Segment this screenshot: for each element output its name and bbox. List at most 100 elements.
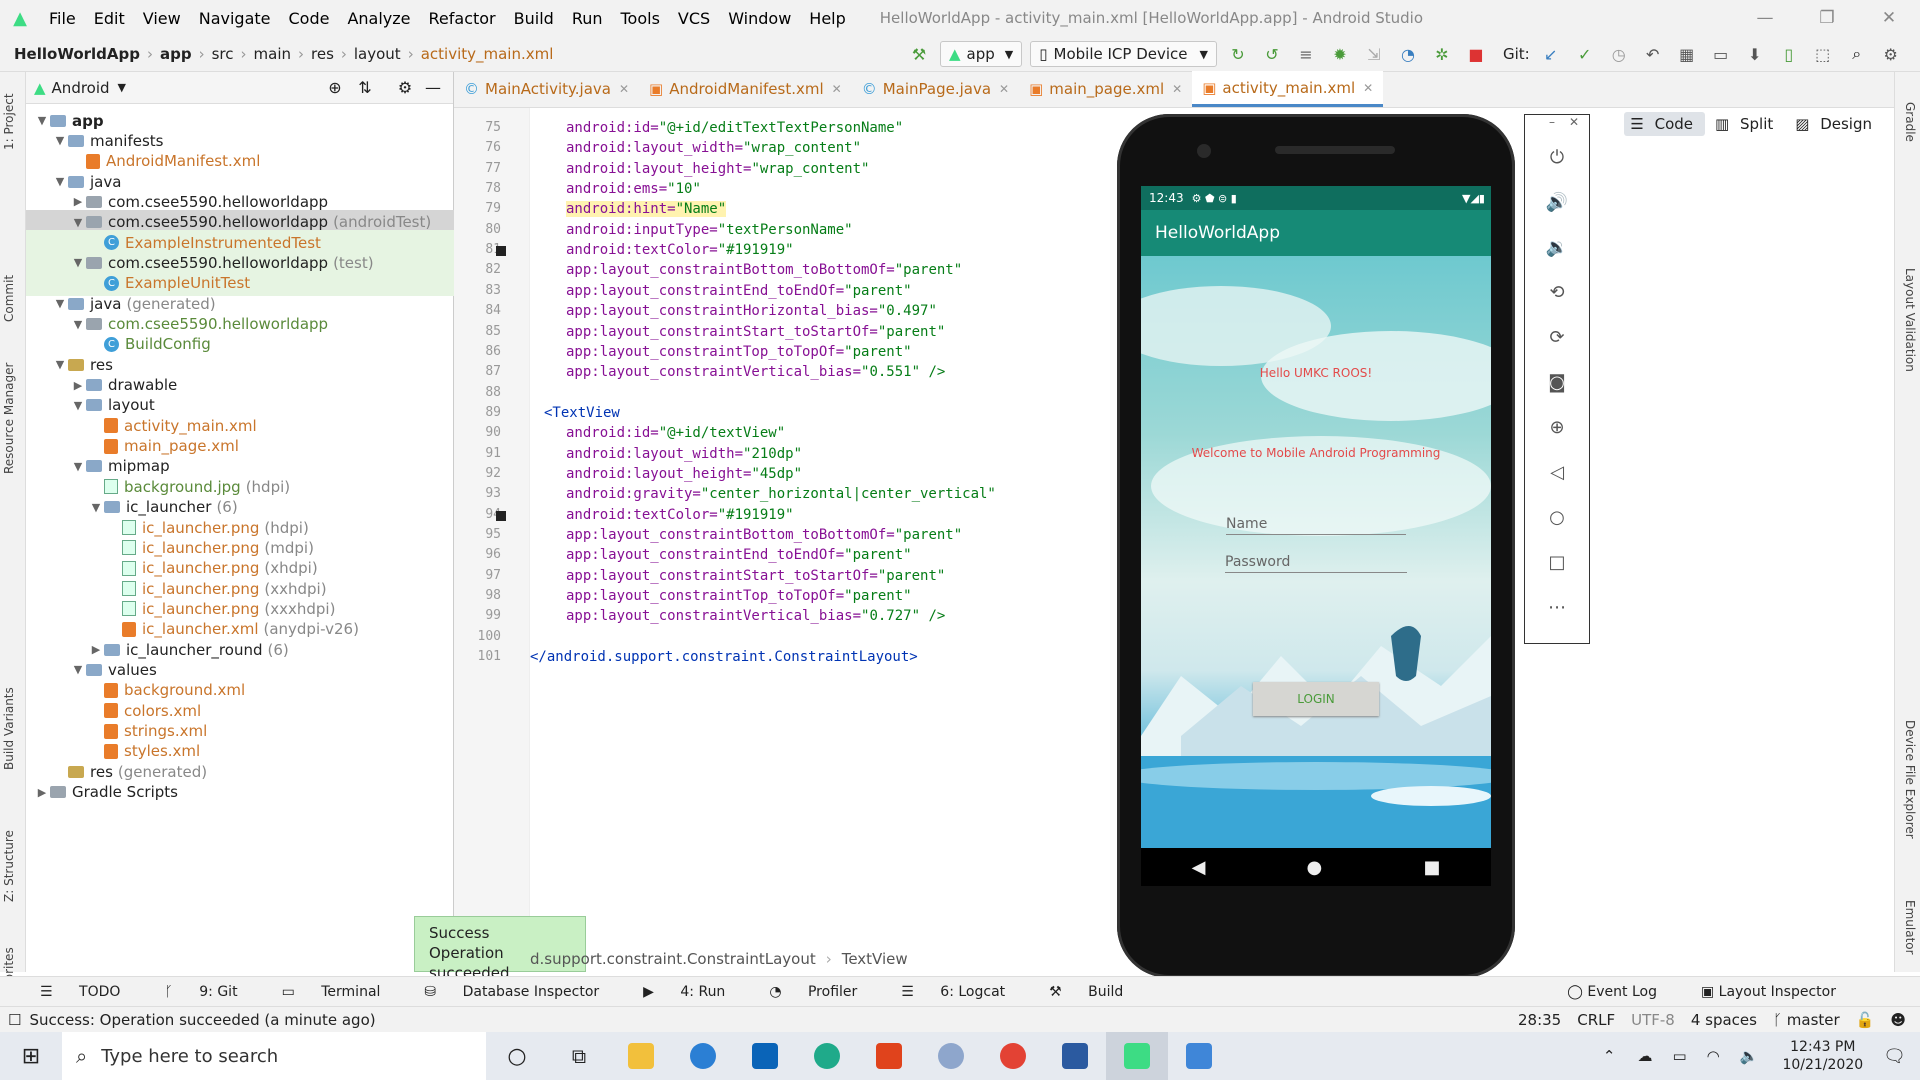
menu-run[interactable]: Run bbox=[563, 9, 612, 28]
clock[interactable]: 12:43 PM 10/21/2020 bbox=[1782, 1038, 1863, 1074]
tree-item[interactable]: ▶ Gradle Scripts bbox=[26, 780, 454, 805]
tab-gradle[interactable]: Gradle bbox=[1903, 102, 1917, 142]
chevron-down-icon[interactable]: ▼ bbox=[118, 81, 126, 94]
tab-main_page-xml[interactable]: ▣ main_page.xml ✕ bbox=[1019, 71, 1192, 107]
locate-icon[interactable]: ⊕ bbox=[322, 75, 348, 101]
code-line[interactable]: app:layout_constraintStart_toStartOf="pa… bbox=[566, 324, 945, 340]
chevron-right-icon[interactable]: ▶ bbox=[70, 379, 86, 392]
android-studio-icon[interactable] bbox=[1106, 1032, 1168, 1080]
power-icon[interactable]: ⏻ bbox=[1525, 135, 1589, 180]
menu-view[interactable]: View bbox=[134, 9, 190, 28]
tab-device-file-explorer[interactable]: Device File Explorer bbox=[1903, 720, 1917, 839]
search-icon[interactable]: ⌕ bbox=[1844, 41, 1870, 67]
menu-refactor[interactable]: Refactor bbox=[420, 9, 505, 28]
word-icon[interactable] bbox=[1044, 1032, 1106, 1080]
app-icon[interactable] bbox=[672, 1032, 734, 1080]
chevron-down-icon[interactable]: ▼ bbox=[52, 175, 68, 188]
split-mode-button[interactable]: ▥ Split bbox=[1709, 112, 1785, 136]
photos-icon[interactable] bbox=[1168, 1032, 1230, 1080]
layout-inspector-button[interactable]: ▣ Layout Inspector bbox=[1701, 984, 1858, 1000]
chevron-down-icon[interactable]: ▼ bbox=[70, 460, 86, 473]
breadcrumb-item[interactable]: activity_main.xml bbox=[421, 45, 554, 63]
code-line[interactable]: app:layout_constraintHorizontal_bias="0.… bbox=[566, 303, 937, 319]
tab-mainpage-java[interactable]: © MainPage.java ✕ bbox=[852, 71, 1019, 107]
toolwindow-profiler[interactable]: ◔ Profiler bbox=[769, 984, 879, 1000]
menu-tools[interactable]: Tools bbox=[612, 9, 669, 28]
chevron-down-icon[interactable]: ▼ bbox=[52, 358, 68, 371]
code-line[interactable]: app:layout_constraintTop_toTopOf="parent… bbox=[566, 588, 912, 604]
restore-icon[interactable]: ❐ bbox=[1796, 0, 1858, 36]
volume-down-icon[interactable]: 🔉 bbox=[1525, 225, 1589, 270]
chevron-down-icon[interactable]: ▼ bbox=[52, 297, 68, 310]
code-line[interactable]: android:layout_height="wrap_content" bbox=[566, 161, 869, 177]
name-input[interactable]: Name bbox=[1226, 516, 1406, 535]
camera-icon[interactable]: ◙ bbox=[1525, 360, 1589, 405]
device-select[interactable]: ▯ Mobile ICP Device ▼ bbox=[1030, 41, 1217, 67]
code-line[interactable]: android:layout_height="45dp" bbox=[566, 466, 802, 482]
task-view-icon[interactable]: ⧉ bbox=[548, 1032, 610, 1080]
attach-debugger-icon[interactable]: ⇲ bbox=[1361, 41, 1387, 67]
back-icon[interactable]: ◀ bbox=[1192, 857, 1206, 878]
profile-icon[interactable]: ◔ bbox=[1395, 41, 1421, 67]
status-icon[interactable]: ☐ bbox=[8, 1011, 21, 1029]
cortana-icon[interactable]: ○ bbox=[486, 1032, 548, 1080]
rotate-right-icon[interactable]: ⟳ bbox=[1525, 315, 1589, 360]
git-rollback-icon[interactable]: ↶ bbox=[1640, 41, 1666, 67]
coverage-icon[interactable]: ≡ bbox=[1293, 41, 1319, 67]
color-swatch-icon[interactable] bbox=[496, 510, 506, 521]
git-branch[interactable]: ᚴ master bbox=[1773, 1011, 1840, 1029]
inspector-icon[interactable]: ☻ bbox=[1890, 1011, 1906, 1029]
tab-layout-validation[interactable]: Layout Validation bbox=[1903, 268, 1917, 372]
toolwindow-build[interactable]: ⚒ Build bbox=[1049, 984, 1145, 1000]
code-line[interactable]: app:layout_constraintEnd_toEndOf="parent… bbox=[566, 283, 912, 299]
chrome-icon[interactable] bbox=[982, 1032, 1044, 1080]
close-tab-icon[interactable]: ✕ bbox=[832, 82, 842, 96]
apply-changes-icon[interactable]: ↻ bbox=[1225, 41, 1251, 67]
cloud-icon[interactable]: ☁ bbox=[1637, 1047, 1652, 1065]
design-mode-button[interactable]: ▨ Design bbox=[1789, 112, 1884, 136]
gear-icon[interactable]: ⚙ bbox=[392, 75, 418, 101]
layout-inspector-icon[interactable]: ⬚ bbox=[1810, 41, 1836, 67]
outlook-icon[interactable] bbox=[734, 1032, 796, 1080]
more-icon[interactable]: ⋯ bbox=[1525, 585, 1589, 630]
chevron-down-icon[interactable]: ▼ bbox=[70, 216, 86, 229]
emulator-close-icon[interactable]: ✕ bbox=[1569, 115, 1579, 135]
code-line[interactable]: android:id="@+id/textView" bbox=[566, 425, 785, 441]
code-line[interactable]: android:layout_width="wrap_content" bbox=[566, 140, 861, 156]
breadcrumb-item[interactable]: app bbox=[160, 45, 192, 63]
emulator-home-icon[interactable]: ○ bbox=[1525, 495, 1589, 540]
hide-icon[interactable]: — bbox=[420, 75, 446, 101]
attach-icon[interactable]: ✲ bbox=[1429, 41, 1455, 67]
wifi-icon[interactable]: ◠ bbox=[1707, 1047, 1720, 1065]
volume-icon[interactable]: 🔈 bbox=[1740, 1047, 1759, 1065]
breadcrumb-item[interactable]: HelloWorldApp bbox=[14, 45, 140, 63]
chevron-right-icon[interactable]: ▶ bbox=[70, 195, 86, 208]
code-line[interactable]: app:layout_constraintBottom_toBottomOf="… bbox=[566, 527, 962, 543]
tab-androidmanifest-xml[interactable]: ▣ AndroidManifest.xml ✕ bbox=[639, 71, 852, 107]
tab-activity_main-xml[interactable]: ▣ activity_main.xml ✕ bbox=[1192, 71, 1384, 107]
close-icon[interactable]: ✕ bbox=[1858, 0, 1920, 36]
recents-icon[interactable]: ■ bbox=[1423, 857, 1440, 878]
color-swatch-icon[interactable] bbox=[496, 246, 506, 257]
close-tab-icon[interactable]: ✕ bbox=[619, 82, 629, 96]
breadcrumb-item[interactable]: d.support.constraint.ConstraintLayout bbox=[530, 950, 816, 968]
code-line[interactable]: </android.support.constraint.ConstraintL… bbox=[530, 649, 918, 665]
rotate-left-icon[interactable]: ⟲ bbox=[1525, 270, 1589, 315]
chevron-down-icon[interactable]: ▼ bbox=[88, 501, 104, 514]
close-tab-icon[interactable]: ✕ bbox=[1172, 82, 1182, 96]
r-icon[interactable] bbox=[920, 1032, 982, 1080]
tab-project[interactable]: 1: Project bbox=[2, 93, 16, 150]
toolwindow-todo[interactable]: ☰ TODO bbox=[40, 984, 142, 1000]
lock-icon[interactable]: 🔓 bbox=[1856, 1011, 1875, 1029]
code-line[interactable]: android:inputType="textPersonName" bbox=[566, 222, 853, 238]
chevron-up-icon[interactable]: ⌃ bbox=[1603, 1047, 1616, 1065]
zoom-icon[interactable]: ⊕ bbox=[1525, 405, 1589, 450]
toolwindow-9-git[interactable]: ᚴ 9: Git bbox=[164, 984, 259, 1000]
toolwindow-6-logcat[interactable]: ☰ 6: Logcat bbox=[901, 984, 1027, 1000]
code-line[interactable]: app:layout_constraintVertical_bias="0.72… bbox=[566, 608, 945, 624]
code-line[interactable]: app:layout_constraintEnd_toEndOf="parent… bbox=[566, 547, 912, 563]
chevron-right-icon[interactable]: ▶ bbox=[88, 643, 104, 656]
emulator-back-icon[interactable]: ◁ bbox=[1525, 450, 1589, 495]
settings-icon[interactable]: ⚙ bbox=[1878, 41, 1904, 67]
apply-code-changes-icon[interactable]: ↺ bbox=[1259, 41, 1285, 67]
